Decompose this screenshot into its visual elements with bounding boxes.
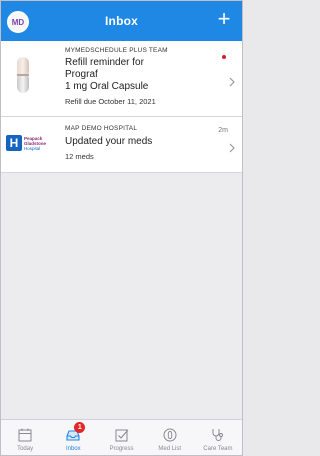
hospital-logo-text-line: Gladstone xyxy=(24,140,47,146)
hospital-logo: H Peapack Gladstone Hospital xyxy=(6,134,54,152)
hospital-h-icon: H xyxy=(6,135,22,151)
tab-progress[interactable]: Progress xyxy=(97,420,145,455)
tab-label: Care Team xyxy=(203,446,233,452)
tab-inbox[interactable]: 1 Inbox xyxy=(49,420,97,455)
hospital-logo-text-line: Hospital xyxy=(24,145,41,151)
pill-bottle-icon xyxy=(163,428,177,442)
unread-indicator xyxy=(222,55,226,59)
app-screen: MD Inbox + MYMEDSCHEDULE PLUS TEAM Refil… xyxy=(0,0,243,456)
chevron-right-icon xyxy=(228,74,236,87)
message-subtitle: Refill due October 11, 2021 xyxy=(65,97,156,106)
message-item-updated-meds[interactable]: H Peapack Gladstone Hospital MAP DEMO HO… xyxy=(1,117,242,173)
tab-bar: Today 1 Inbox Progress Med List Care Tea… xyxy=(1,419,242,455)
calendar-icon xyxy=(18,428,32,442)
message-title: Updated your meds xyxy=(65,136,153,147)
message-title-line: Refill reminder for xyxy=(65,57,144,68)
stethoscope-icon xyxy=(212,429,223,441)
tab-label: Progress xyxy=(109,446,134,452)
hospital-logo-text: Peapack Gladstone Hospital xyxy=(24,136,46,151)
page-title: Inbox xyxy=(105,14,138,28)
capsule-icon xyxy=(13,55,33,95)
tab-label: Inbox xyxy=(65,446,81,452)
chevron-right-icon xyxy=(228,140,236,153)
message-subtitle: 12 meds xyxy=(65,152,94,161)
message-list: MYMEDSCHEDULE PLUS TEAM Refill reminder … xyxy=(1,41,242,173)
message-title-line: 1 mg Oral Capsule xyxy=(65,81,149,92)
tab-care-team[interactable]: Care Team xyxy=(194,420,242,455)
message-sender: MYMEDSCHEDULE PLUS TEAM xyxy=(65,47,168,54)
tab-label: Med List xyxy=(158,446,182,452)
message-time: 2m xyxy=(218,127,228,134)
tab-label: Today xyxy=(17,446,34,452)
message-title-line: Prograf xyxy=(65,69,98,80)
compose-button[interactable]: + xyxy=(212,8,236,32)
user-avatar[interactable]: MD xyxy=(7,11,29,33)
checkbox-icon xyxy=(115,429,128,442)
inbox-badge: 1 xyxy=(74,422,86,433)
header-bar: MD Inbox + xyxy=(1,1,242,41)
message-item-refill-reminder[interactable]: MYMEDSCHEDULE PLUS TEAM Refill reminder … xyxy=(1,41,242,117)
message-sender: MAP DEMO HOSPITAL xyxy=(65,125,138,132)
tab-med-list[interactable]: Med List xyxy=(146,420,194,455)
tab-today[interactable]: Today xyxy=(1,420,49,455)
